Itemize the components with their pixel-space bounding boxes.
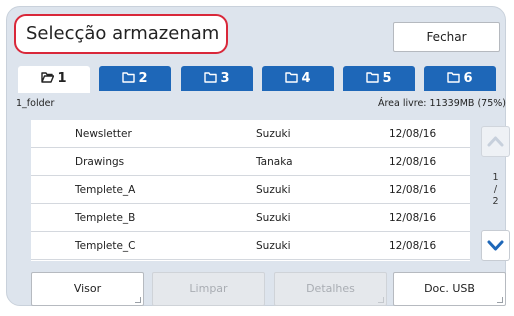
- folder-icon: [447, 67, 461, 92]
- file-name: Templete_C: [75, 240, 136, 252]
- scroll-up-button[interactable]: [481, 126, 510, 157]
- page-indicator: 1 / 2: [481, 172, 510, 208]
- list-item[interactable]: Newsletter Suzuki 12/08/16: [31, 120, 470, 148]
- file-list: Newsletter Suzuki 12/08/16 Drawings Tana…: [31, 120, 470, 261]
- tab-folder-4[interactable]: 4: [262, 66, 334, 91]
- folder-open-icon: [41, 67, 55, 92]
- file-date: 12/08/16: [389, 240, 437, 252]
- chevron-down-icon: [487, 240, 504, 251]
- list-item[interactable]: Templete_C Suzuki 12/08/16: [31, 232, 470, 260]
- tab-label: 4: [301, 71, 311, 86]
- tab-folder-2[interactable]: 2: [99, 66, 171, 91]
- chevron-up-icon: [487, 136, 504, 147]
- corner-mark-icon: [378, 297, 384, 303]
- file-date: 12/08/16: [389, 212, 437, 224]
- file-name: Templete_A: [75, 184, 136, 196]
- tab-label: 2: [138, 71, 148, 86]
- clear-button[interactable]: Limpar: [152, 272, 265, 306]
- file-date: 12/08/16: [389, 184, 437, 196]
- file-owner: Suzuki: [256, 240, 291, 252]
- folder-name: 1_folder: [16, 98, 55, 109]
- file-date: 12/08/16: [389, 156, 437, 168]
- page-title: Selecção armazenam: [14, 14, 228, 54]
- file-name: Drawings: [75, 156, 125, 168]
- tab-label: 1: [57, 71, 67, 86]
- current-page: 1: [492, 172, 499, 183]
- file-owner: Suzuki: [256, 184, 291, 196]
- tab-folder-3[interactable]: 3: [181, 66, 253, 91]
- usb-document-button-label: Doc. USB: [424, 282, 475, 295]
- file-owner: Suzuki: [256, 128, 291, 140]
- folder-icon: [366, 67, 380, 92]
- close-button[interactable]: Fechar: [393, 22, 500, 52]
- list-item[interactable]: Drawings Tanaka 12/08/16: [31, 148, 470, 176]
- viewer-button[interactable]: Visor: [31, 272, 144, 306]
- free-space-label: Área livre: 11339MB (75%): [377, 98, 506, 109]
- file-date: 12/08/16: [389, 128, 437, 140]
- viewer-button-label: Visor: [73, 282, 102, 295]
- file-name: Templete_B: [75, 212, 136, 224]
- folder-info-bar: 1_folder Área livre: 11339MB (75%): [16, 94, 510, 114]
- file-name: Newsletter: [75, 128, 132, 140]
- list-item[interactable]: Templete_B Suzuki 12/08/16: [31, 204, 470, 232]
- tab-folder-6[interactable]: 6: [424, 66, 496, 91]
- tab-label: 6: [463, 71, 473, 86]
- folder-tabs: 1 2 3 4 5 6: [18, 66, 508, 93]
- tab-label: 5: [382, 71, 392, 86]
- folder-icon: [204, 67, 218, 92]
- corner-mark-icon: [135, 297, 141, 303]
- list-item[interactable]: Templete_A Suzuki 12/08/16: [31, 176, 470, 204]
- file-owner: Tanaka: [256, 156, 293, 168]
- usb-document-button[interactable]: Doc. USB: [393, 272, 506, 306]
- folder-icon: [285, 67, 299, 92]
- total-pages: 2: [492, 196, 499, 207]
- details-button[interactable]: Detalhes: [274, 272, 387, 306]
- page-separator: /: [493, 184, 498, 195]
- tab-label: 3: [220, 71, 230, 86]
- file-owner: Suzuki: [256, 212, 291, 224]
- folder-icon: [122, 67, 136, 92]
- tab-folder-5[interactable]: 5: [343, 66, 415, 91]
- corner-mark-icon: [497, 297, 503, 303]
- clear-button-label: Limpar: [189, 282, 228, 295]
- scroll-down-button[interactable]: [481, 230, 510, 261]
- details-button-label: Detalhes: [306, 282, 355, 295]
- tab-folder-1[interactable]: 1: [18, 66, 90, 93]
